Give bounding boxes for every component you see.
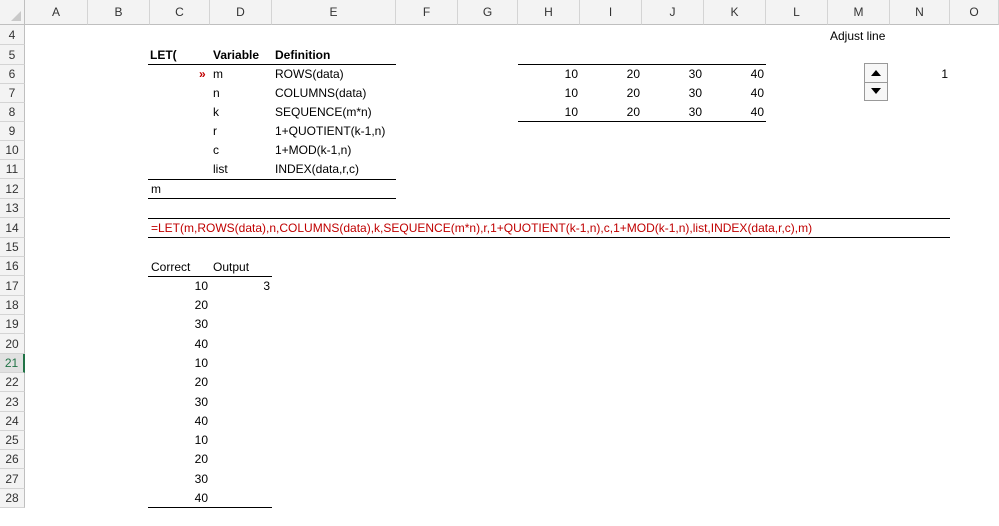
data-cell[interactable]: 10 (518, 84, 578, 103)
row-header-6[interactable]: 6 (0, 65, 25, 84)
column-header-j[interactable]: J (642, 0, 704, 25)
row-header-16[interactable]: 16 (0, 257, 25, 276)
column-header-e[interactable]: E (272, 0, 396, 25)
definition-cell[interactable]: 1+QUOTIENT(k-1,n) (275, 122, 390, 141)
triangle-up-icon (871, 70, 881, 76)
variable-header: Variable (213, 48, 260, 62)
definition-header: Definition (275, 48, 331, 62)
variable-cell[interactable]: n (213, 84, 268, 103)
data-cell[interactable]: 10 (518, 103, 578, 122)
column-header-h[interactable]: H (518, 0, 580, 25)
let-result-cell[interactable]: m (151, 180, 206, 199)
data-cell[interactable]: 30 (642, 84, 702, 103)
row-header-26[interactable]: 26 (0, 450, 25, 469)
data-cell[interactable]: 10 (518, 65, 578, 84)
row-header-10[interactable]: 10 (0, 141, 25, 160)
column-header-b[interactable]: B (88, 0, 150, 25)
data-cell[interactable]: 40 (704, 103, 764, 122)
correct-cell[interactable]: 40 (150, 412, 208, 431)
current-row-marker: » (199, 67, 206, 81)
column-header-n[interactable]: N (890, 0, 950, 25)
correct-cell[interactable]: 30 (150, 393, 208, 412)
definition-cell[interactable]: SEQUENCE(m*n) (275, 103, 390, 122)
column-header-f[interactable]: F (396, 0, 458, 25)
correct-cell[interactable]: 20 (150, 296, 208, 315)
adjust-line-label: Adjust line (830, 29, 886, 43)
definition-cell[interactable]: INDEX(data,r,c) (275, 160, 390, 179)
row-header-18[interactable]: 18 (0, 296, 25, 315)
definition-cell[interactable]: ROWS(data) (275, 65, 390, 84)
row-header-17[interactable]: 17 (0, 276, 25, 296)
variable-cell[interactable]: m (213, 65, 268, 84)
column-header-i[interactable]: I (580, 0, 642, 25)
correct-cell[interactable]: 30 (150, 315, 208, 334)
data-cell[interactable]: 30 (642, 65, 702, 84)
let-result-underline (148, 198, 396, 199)
spreadsheet: A B C D E F G H I J K L M N O 4 5 6 7 8 … (0, 0, 999, 526)
column-header-k[interactable]: K (704, 0, 766, 25)
column-header-o[interactable]: O (950, 0, 999, 25)
correct-cell[interactable]: 10 (150, 354, 208, 373)
column-header-m[interactable]: M (828, 0, 890, 25)
row-header-28[interactable]: 28 (0, 489, 25, 508)
triangle-down-icon (871, 88, 881, 94)
row-header-21[interactable]: 21 (0, 354, 25, 373)
column-header-d[interactable]: D (210, 0, 272, 25)
row-header-27[interactable]: 27 (0, 469, 25, 489)
row-header-5[interactable]: 5 (0, 45, 25, 65)
variable-cell[interactable]: k (213, 103, 268, 122)
row-header-14[interactable]: 14 (0, 218, 25, 238)
column-header-g[interactable]: G (458, 0, 518, 25)
data-cell[interactable]: 30 (642, 103, 702, 122)
spin-down-button[interactable] (865, 82, 887, 100)
data-cell[interactable]: 20 (580, 65, 640, 84)
row-header-9[interactable]: 9 (0, 122, 25, 141)
row-header-20[interactable]: 20 (0, 334, 25, 354)
correct-cell[interactable]: 10 (150, 431, 208, 450)
data-grid-bottom-border (518, 121, 766, 122)
column-header-a[interactable]: A (25, 0, 88, 25)
spin-up-button[interactable] (865, 64, 887, 83)
data-cell[interactable]: 20 (580, 84, 640, 103)
row-header-23[interactable]: 23 (0, 392, 25, 412)
row-header-7[interactable]: 7 (0, 84, 25, 103)
column-header-c[interactable]: C (150, 0, 210, 25)
data-cell[interactable]: 20 (580, 103, 640, 122)
data-cell[interactable]: 40 (704, 84, 764, 103)
definition-cell[interactable]: 1+MOD(k-1,n) (275, 141, 390, 160)
correct-cell[interactable]: 40 (150, 335, 208, 354)
row-header-24[interactable]: 24 (0, 412, 25, 431)
correct-header: Correct (151, 260, 191, 274)
row-header-11[interactable]: 11 (0, 160, 25, 179)
row-header-12[interactable]: 12 (0, 179, 25, 199)
variable-cell[interactable]: c (213, 141, 268, 160)
output-cell[interactable]: 3 (212, 277, 270, 296)
formula-text[interactable]: =LET(m,ROWS(data),n,COLUMNS(data),k,SEQU… (151, 219, 931, 238)
definition-cell[interactable]: COLUMNS(data) (275, 84, 390, 103)
select-all-corner[interactable] (0, 0, 25, 25)
variable-cell[interactable]: r (213, 122, 268, 141)
column-header-l[interactable]: L (766, 0, 828, 25)
spin-button[interactable] (864, 63, 888, 101)
row-header-19[interactable]: 19 (0, 315, 25, 334)
adjust-line-value[interactable]: 1 (890, 65, 948, 84)
row-header-4[interactable]: 4 (0, 25, 25, 45)
variable-cell[interactable]: list (213, 160, 268, 179)
row-header-25[interactable]: 25 (0, 431, 25, 450)
correct-cell[interactable]: 10 (150, 277, 208, 296)
row-header-22[interactable]: 22 (0, 373, 25, 392)
correct-cell[interactable]: 20 (150, 373, 208, 392)
correct-cell[interactable]: 20 (150, 450, 208, 469)
row-header-13[interactable]: 13 (0, 199, 25, 218)
row-header-8[interactable]: 8 (0, 103, 25, 122)
output-header: Output (213, 260, 250, 274)
correct-cell[interactable]: 30 (150, 470, 208, 489)
correct-cell[interactable]: 40 (150, 489, 208, 508)
let-header: LET( (150, 48, 177, 62)
formula-bottom-border (148, 237, 950, 238)
output-bottom-border (148, 507, 272, 508)
row-header-15[interactable]: 15 (0, 238, 25, 257)
data-cell[interactable]: 40 (704, 65, 764, 84)
